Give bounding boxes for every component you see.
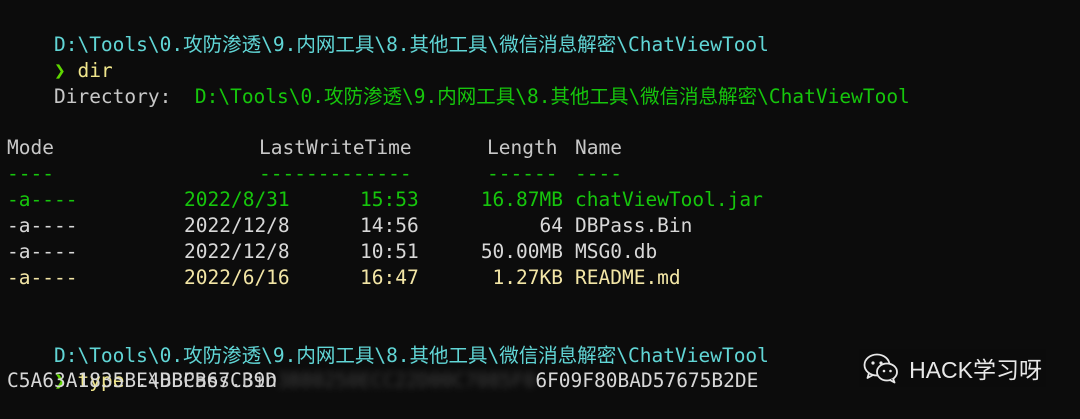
directory-label: Directory: (53, 84, 172, 108)
file-list: -a---- 2022/8/31 15:53 16.87MB chatViewTool.… (7, 187, 1073, 291)
current-path: D:\Tools\0.攻防渗透\9.内网工具\8.其他工具\微信消息解密\Cha… (53, 32, 769, 56)
file-time: 10:51 (360, 240, 419, 264)
file-mode: -a---- (7, 188, 78, 212)
wechat-icon (863, 352, 899, 384)
file-date: 2022/6/16 (184, 265, 290, 289)
file-row: -a---- 2022/12/8 14:56 64 DBPass.Bin (7, 213, 1073, 239)
file-length: 16.87MB (480, 188, 563, 212)
separator-name: ---- (575, 162, 622, 186)
command-text: dir (77, 58, 113, 82)
prompt-path-line: D:\Tools\0.攻防渗透\9.内网工具\8.其他工具\微信消息解密\Cha… (7, 6, 1073, 56)
header-length: Length (487, 136, 558, 160)
file-row: -a---- 2022/12/8 10:51 50.00MB MSG0.db (7, 239, 1073, 265)
hash-visible-end: 6F09F80BAD57675B2DE (535, 369, 759, 393)
file-mode: -a---- (7, 240, 78, 264)
file-row: -a---- 2022/6/16 16:47 1.27KB README.md (7, 265, 1073, 291)
file-row: -a---- 2022/8/31 15:53 16.87MB chatViewTool.… (7, 187, 1073, 213)
file-time: 14:56 (360, 214, 419, 238)
separator-lastwritetime: ------------- (259, 162, 412, 186)
listing-header-row: Mode LastWriteTime Length Name (7, 135, 1073, 161)
prompt-chevron-icon: ❯ (53, 58, 66, 82)
file-date: 2022/12/8 (184, 240, 290, 264)
file-date: 2022/8/31 (184, 188, 290, 212)
file-length: 64 (539, 214, 563, 238)
header-name: Name (575, 136, 622, 160)
prompt-path-line: D:\Tools\0.攻防渗透\9.内网工具\8.其他工具\微信消息解密\Cha… (7, 317, 1073, 367)
watermark-text: HACK学习呀 (909, 357, 1042, 383)
header-lastwritetime: LastWriteTime (259, 136, 412, 160)
file-length: 1.27KB (492, 265, 563, 289)
header-mode: Mode (7, 136, 54, 160)
file-length: 50.00MB (480, 240, 563, 264)
file-name: DBPass.Bin (575, 214, 693, 238)
file-name: chatViewTool.jar (575, 188, 763, 212)
file-mode: -a---- (7, 214, 78, 238)
directory-line: Directory: D:\Tools\0.攻防渗透\9.内网工具\8.其他工具… (7, 84, 1073, 110)
separator-length: ------ (487, 162, 558, 186)
file-time: 16:47 (360, 265, 419, 289)
hash-redacted-blur: 3B80250ECC22D00C7085F0 (277, 369, 536, 393)
current-path: D:\Tools\0.攻防渗透\9.内网工具\8.其他工具\微信消息解密\Cha… (53, 343, 769, 367)
file-name: MSG0.db (575, 240, 658, 264)
directory-path: D:\Tools\0.攻防渗透\9.内网工具\8.其他工具\微信消息解密\Cha… (194, 84, 910, 108)
file-name: README.md (575, 265, 681, 289)
file-date: 2022/12/8 (184, 214, 290, 238)
file-time: 15:53 (360, 188, 419, 212)
watermark: HACK学习呀 (859, 349, 1046, 387)
separator-mode: ---- (7, 162, 54, 186)
file-mode: -a---- (7, 265, 78, 289)
listing-separator-row: ---- ------------- ------ ---- (7, 161, 1073, 187)
hash-visible-start: C5A63A1835BE4BBCB67C39D (7, 369, 278, 393)
